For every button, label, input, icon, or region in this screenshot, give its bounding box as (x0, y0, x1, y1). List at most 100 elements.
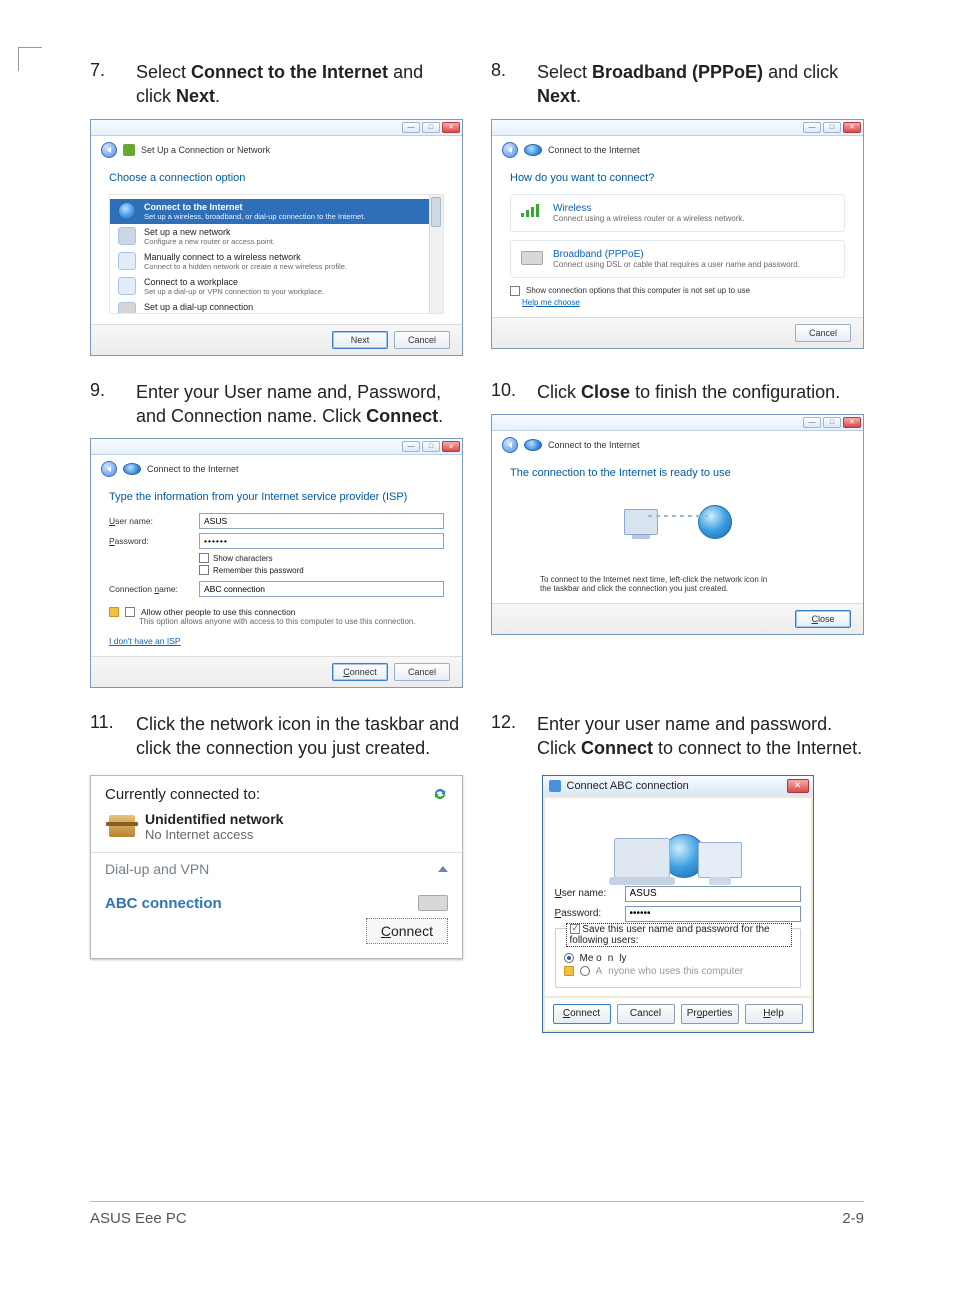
connection-entry[interactable]: ABC connection (91, 885, 462, 918)
close-button-action[interactable]: Close (795, 610, 851, 628)
chevron-up-icon (438, 866, 448, 872)
step-text: Enter your User name and, Password, and … (136, 380, 463, 429)
connection-illustration (510, 497, 845, 547)
ready-note: To connect to the Internet next time, le… (540, 575, 815, 593)
step-8: 8. Select Broadband (PPPoE) and click Ne… (491, 60, 864, 109)
option-connect-workplace[interactable]: Connect to a workplaceSet up a dial-up o… (110, 274, 443, 299)
radio-anyone: Anyone who uses this computer (564, 966, 792, 977)
option-dial-up[interactable]: Set up a dial-up connectionConnect to th… (110, 299, 443, 314)
username-input[interactable] (199, 513, 444, 529)
radio[interactable] (564, 953, 574, 963)
save-credentials-group: ✓ Save this user name and password for t… (555, 928, 801, 988)
router-icon (118, 227, 136, 245)
option-wireless[interactable]: WirelessConnect using a wireless router … (510, 194, 845, 232)
save-checkbox[interactable]: ✓ (570, 924, 580, 934)
close-button[interactable]: ✕ (442, 441, 460, 452)
connect-button[interactable]: Connect (332, 663, 388, 681)
checkbox-label: Show connection options that this comput… (526, 286, 750, 295)
connection-option-list: Connect to the InternetSet up a wireless… (109, 194, 444, 314)
park-bench-icon (109, 815, 135, 837)
cancel-button[interactable]: Cancel (394, 663, 450, 681)
dialog-set-up-connection: — □ ✕ Set Up a Connection or Network Cho… (90, 119, 463, 356)
scrollbar[interactable] (429, 195, 443, 313)
group-legend[interactable]: ✓ Save this user name and password for t… (566, 923, 792, 947)
page-footer: ASUS Eee PC 2-9 (90, 1201, 864, 1227)
hero-illustration (555, 806, 801, 878)
password-input[interactable] (199, 533, 444, 549)
maximize-button[interactable]: □ (823, 122, 841, 133)
minimize-button[interactable]: — (803, 417, 821, 428)
cancel-button[interactable]: Cancel (617, 1004, 675, 1024)
password-input[interactable] (625, 906, 801, 922)
cancel-button[interactable]: Cancel (394, 331, 450, 349)
next-button[interactable]: Next (332, 331, 388, 349)
titlebar: Connect ABC connection ✕ (543, 776, 813, 796)
username-input[interactable] (625, 886, 801, 902)
close-button[interactable]: ✕ (843, 122, 861, 133)
wizard-title: Connect to the Internet (548, 440, 640, 450)
option-broadband-pppoe[interactable]: Broadband (PPPoE)Connect using DSL or ca… (510, 240, 845, 278)
no-isp-link[interactable]: I don't have an ISP (109, 636, 181, 646)
step-text: Select Broadband (PPPoE) and click Next. (537, 60, 864, 109)
close-button[interactable]: ✕ (442, 122, 460, 133)
back-button[interactable] (101, 142, 117, 158)
back-button[interactable] (502, 142, 518, 158)
maximize-button[interactable]: □ (422, 441, 440, 452)
connection-name: ABC connection (105, 895, 222, 912)
back-button[interactable] (502, 437, 518, 453)
close-button[interactable]: ✕ (843, 417, 861, 428)
option-connect-to-internet[interactable]: Connect to the InternetSet up a wireless… (110, 199, 443, 224)
step-text: Click the network icon in the taskbar an… (136, 712, 463, 761)
minimize-button[interactable]: — (803, 122, 821, 133)
network-status: No Internet access (145, 827, 283, 842)
wireless-icon (118, 252, 136, 270)
workplace-icon (118, 277, 136, 295)
dialog-connect-to-internet: — □ ✕ Connect to the Internet How do you… (491, 119, 864, 349)
maximize-button[interactable]: □ (823, 417, 841, 428)
section-label: Dial-up and VPN (105, 861, 209, 877)
option-set-up-new-network[interactable]: Set up a new networkConfigure a new rout… (110, 224, 443, 249)
step-number: 8. (491, 60, 537, 109)
footer-left: ASUS Eee PC (90, 1210, 187, 1227)
properties-button[interactable]: Properties (681, 1004, 739, 1024)
computer-icon (624, 509, 658, 535)
dialup-vpn-section[interactable]: Dial-up and VPN (91, 852, 462, 885)
show-options-checkbox-row[interactable]: Show connection options that this comput… (510, 286, 845, 296)
checkbox-label: Show characters (213, 554, 273, 563)
footer-right: 2-9 (842, 1210, 864, 1227)
checkbox[interactable] (199, 553, 209, 563)
titlebar: — □ ✕ (492, 415, 863, 431)
wizard-title: Connect to the Internet (548, 145, 640, 155)
dialog-isp-info: — □ ✕ Connect to the Internet Type the i… (90, 438, 463, 688)
step-12: 12. Enter your user name and password. C… (491, 712, 864, 761)
minimize-button[interactable]: — (402, 122, 420, 133)
option-manually-connect-wireless[interactable]: Manually connect to a wireless networkCo… (110, 249, 443, 274)
step-11: 11. Click the network icon in the taskba… (90, 712, 463, 761)
step-number: 10. (491, 380, 537, 404)
maximize-button[interactable]: □ (422, 122, 440, 133)
close-button[interactable]: ✕ (787, 779, 809, 793)
titlebar: — □ ✕ (492, 120, 863, 136)
minimize-button[interactable]: — (402, 441, 420, 452)
connect-button[interactable]: Connect (553, 1004, 611, 1024)
shield-icon (564, 966, 574, 976)
help-me-choose-link[interactable]: Help me choose (510, 298, 580, 307)
back-button[interactable] (101, 461, 117, 477)
connect-button[interactable]: Connect (366, 918, 448, 944)
checkbox-label: Remember this password (213, 566, 304, 575)
allow-others-checkbox[interactable] (125, 607, 135, 617)
refresh-icon[interactable] (432, 786, 448, 802)
show-characters-row[interactable]: Show characters (199, 553, 444, 563)
help-button[interactable]: Help (745, 1004, 803, 1024)
allow-others-desc: This option allows anyone with access to… (139, 617, 444, 626)
checkbox[interactable] (199, 565, 209, 575)
desktop-icon (698, 842, 742, 878)
cancel-button[interactable]: Cancel (795, 324, 851, 342)
allow-others-label: Allow other people to use this connectio… (141, 607, 296, 617)
remember-password-row[interactable]: Remember this password (199, 565, 444, 575)
connection-name-input[interactable] (199, 581, 444, 597)
checkbox[interactable] (510, 286, 520, 296)
crop-mark (18, 47, 42, 71)
radio-me-only[interactable]: Me only (564, 953, 792, 964)
current-network[interactable]: Unidentified network No Internet access (91, 807, 462, 852)
